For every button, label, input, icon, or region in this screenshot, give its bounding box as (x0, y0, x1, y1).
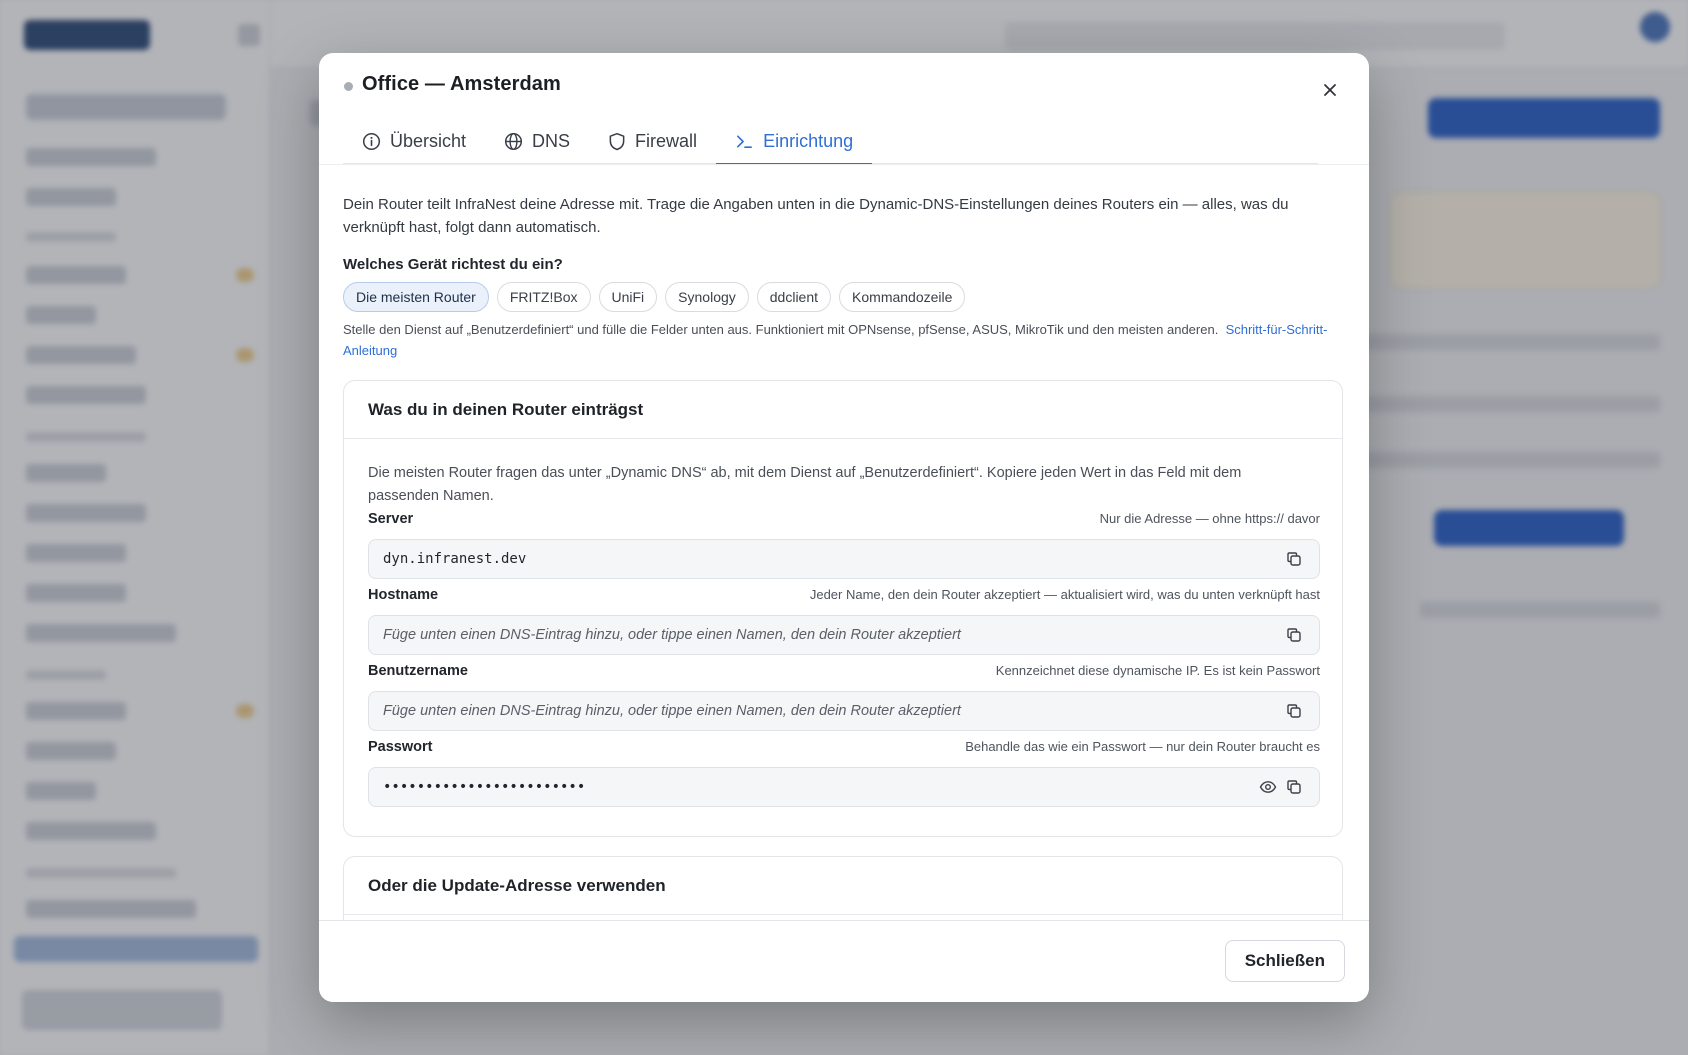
server-value-box[interactable]: dyn.infranest.dev (368, 539, 1320, 579)
device-option-command-line[interactable]: Kommandozeile (839, 282, 966, 312)
update-url-section: Oder die Update-Adresse verwenden (343, 856, 1343, 920)
server-help: Nur die Adresse — ohne https:// davor (1099, 511, 1320, 526)
server-label: Server (368, 511, 414, 527)
password-field: Passwort Behandle das wie ein Passwort —… (368, 739, 1320, 807)
tab-setup[interactable]: Einrichtung (716, 118, 873, 165)
device-option-fritzbox[interactable]: FRITZ!Box (496, 282, 591, 312)
info-icon (362, 132, 381, 150)
tab-dns[interactable]: DNS (485, 118, 589, 164)
device-option-most-routers[interactable]: Die meisten Router (343, 282, 489, 312)
tab-setup-label: Einrichtung (763, 130, 854, 151)
device-hint-text: Stelle den Dienst auf „Benutzerdefiniert… (343, 322, 1219, 337)
status-dot (344, 82, 353, 91)
password-value[interactable]: •••••••••••••••••••••••• (383, 779, 1253, 795)
username-label: Benutzername (368, 663, 468, 679)
username-help: Kennzeichnet diese dynamische IP. Es ist… (995, 663, 1320, 678)
tab-firewall-label: Firewall (635, 130, 698, 151)
password-label: Passwort (368, 739, 433, 755)
username-field: Benutzername Kennzeichnet diese dynamisc… (368, 663, 1320, 731)
modal-header: Office — Amsterdam Übersicht DNS Firewal… (319, 53, 1369, 165)
tab-dns-label: DNS (532, 130, 571, 151)
password-help: Behandle das wie ein Passwort — nur dein… (965, 739, 1320, 754)
username-value-box[interactable]: Füge unten einen DNS-Eintrag hinzu, oder… (368, 691, 1320, 731)
copy-icon[interactable] (1283, 700, 1305, 722)
update-url-title: Oder die Update-Adresse verwenden (344, 857, 1342, 915)
password-value-box[interactable]: •••••••••••••••••••••••• (368, 767, 1320, 807)
shield-icon (609, 132, 625, 150)
copy-icon[interactable] (1283, 624, 1305, 646)
terminal-icon (737, 134, 753, 148)
modal-tabs: Übersicht DNS Firewall Einrichtung (343, 118, 1318, 165)
device-option-unifi[interactable]: UniFi (598, 282, 658, 312)
modal-title: Office — Amsterdam (362, 73, 561, 95)
device-question: Welches Gerät richtest du ein? (343, 256, 563, 273)
device-setup-modal: Office — Amsterdam Übersicht DNS Firewal… (319, 53, 1369, 1002)
hostname-value-box[interactable]: Füge unten einen DNS-Eintrag hinzu, oder… (368, 615, 1320, 655)
tab-overview-label: Übersicht (390, 130, 467, 151)
hostname-placeholder[interactable]: Füge unten einen DNS-Eintrag hinzu, oder… (383, 627, 1279, 643)
close-button[interactable]: Schließen (1224, 940, 1345, 982)
modal-body[interactable]: Dein Router teilt InfraNest deine Adress… (319, 164, 1369, 920)
device-selector: Die meisten Router FRITZ!Box UniFi Synol… (343, 282, 966, 312)
server-field: Server Nur die Adresse — ohne https:// d… (368, 511, 1320, 579)
setup-intro: Dein Router teilt InfraNest deine Adress… (343, 196, 1289, 236)
username-placeholder[interactable]: Füge unten einen DNS-Eintrag hinzu, oder… (383, 703, 1279, 719)
copy-icon[interactable] (1283, 776, 1305, 798)
hostname-field: Hostname Jeder Name, den dein Router akz… (368, 587, 1320, 655)
tab-firewall[interactable]: Firewall (589, 118, 716, 164)
router-values-section: Was du in deinen Router einträgst Die me… (343, 380, 1343, 837)
device-hint: Stelle den Dienst auf „Benutzerdefiniert… (343, 319, 1343, 361)
globe-icon (504, 132, 523, 150)
router-values-title: Was du in deinen Router einträgst (344, 381, 1342, 439)
server-value[interactable]: dyn.infranest.dev (383, 551, 1279, 567)
device-option-ddclient[interactable]: ddclient (756, 282, 832, 312)
modal-footer: Schließen (319, 920, 1369, 1002)
hostname-label: Hostname (368, 587, 439, 603)
close-icon[interactable] (1317, 77, 1343, 103)
hostname-help: Jeder Name, den dein Router akzeptiert —… (809, 587, 1320, 602)
router-values-description: Die meisten Router fragen das unter „Dyn… (368, 465, 1242, 504)
copy-icon[interactable] (1283, 548, 1305, 570)
device-option-synology[interactable]: Synology (665, 282, 749, 312)
tab-overview[interactable]: Übersicht (343, 118, 485, 164)
eye-icon[interactable] (1257, 776, 1279, 798)
